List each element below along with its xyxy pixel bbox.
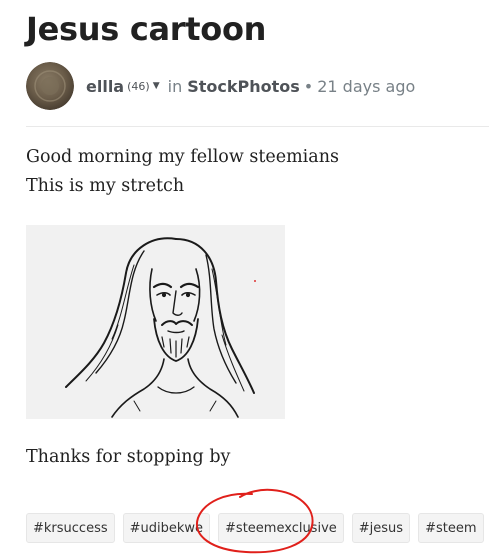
tag-steem[interactable]: #steem — [418, 513, 484, 543]
post-closing: Thanks for stopping by — [26, 447, 231, 467]
tag-list: #krsuccess #udibekwe #steemexclusive #je… — [26, 513, 489, 543]
header-divider — [26, 126, 489, 127]
post-title: Jesus cartoon — [26, 10, 267, 48]
chevron-down-icon[interactable]: ▼ — [153, 81, 160, 91]
body-paragraph: This is my stretch — [26, 176, 185, 196]
tag-krsuccess[interactable]: #krsuccess — [26, 513, 115, 543]
post-image[interactable] — [26, 225, 285, 419]
body-paragraph: Good morning my fellow steemians — [26, 147, 339, 167]
in-label: in — [167, 76, 183, 96]
meta-separator: • — [303, 76, 314, 96]
author-name[interactable]: ellla — [86, 77, 124, 96]
community-link[interactable]: StockPhotos — [187, 77, 300, 96]
avatar-image — [26, 62, 74, 110]
post-body-intro: Good morning my fellow steemians This is… — [26, 143, 339, 201]
tag-jesus[interactable]: #jesus — [351, 513, 411, 543]
author-reputation: (46) — [127, 79, 150, 93]
jesus-sketch-icon — [26, 225, 285, 419]
post-timestamp[interactable]: 21 days ago — [317, 77, 415, 96]
post-meta: ellla (46) ▼ in StockPhotos • 21 days ag… — [26, 62, 415, 110]
tag-steemexclusive[interactable]: #steemexclusive — [218, 513, 344, 543]
tag-udibekwe[interactable]: #udibekwe — [122, 513, 211, 543]
author-avatar[interactable] — [26, 62, 74, 110]
